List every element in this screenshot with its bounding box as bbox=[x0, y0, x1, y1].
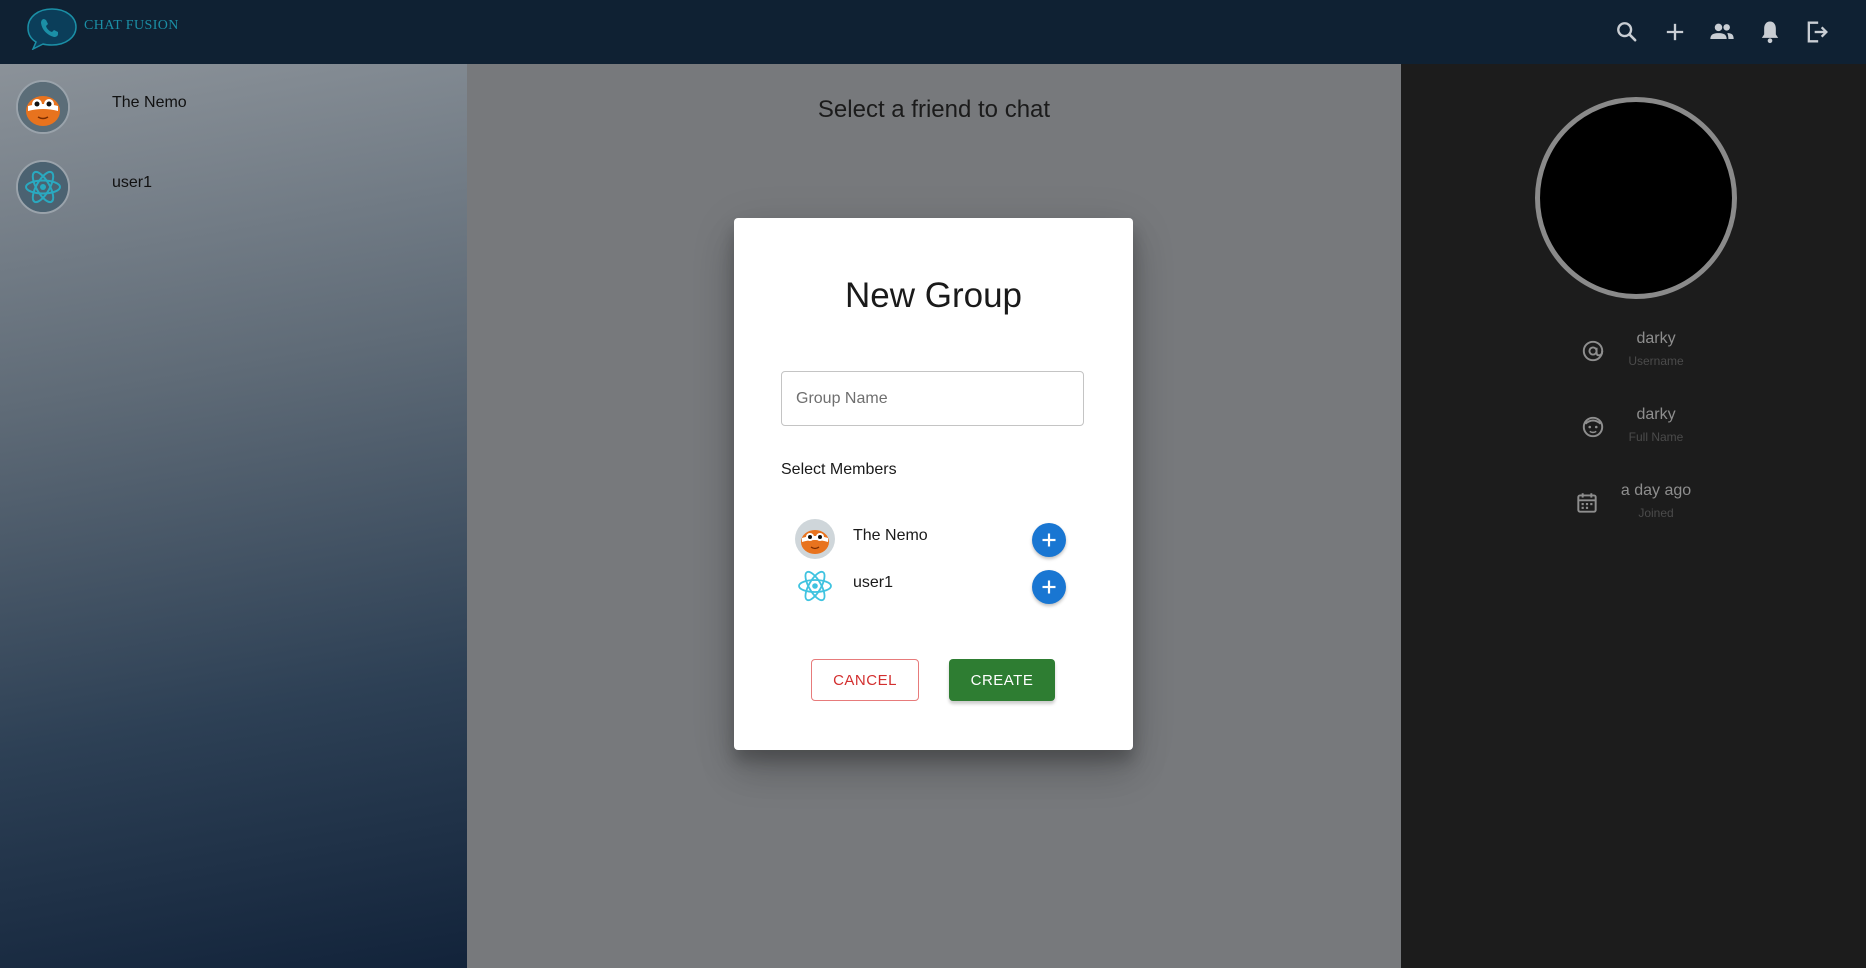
plus-icon bbox=[1042, 580, 1056, 594]
add-icon[interactable] bbox=[1661, 18, 1689, 46]
member-item: user1 bbox=[781, 558, 1084, 614]
profile-username: darky Username bbox=[1401, 322, 1866, 382]
member-name: The Nemo bbox=[853, 527, 928, 544]
contact-name: user1 bbox=[112, 174, 153, 191]
member-name: user1 bbox=[853, 574, 894, 591]
username-value: darky bbox=[1636, 330, 1676, 347]
profile-joined: a day ago Joined bbox=[1401, 474, 1866, 534]
group-name-input[interactable] bbox=[781, 371, 1084, 426]
contacts-sidebar: The Nemo user1 bbox=[0, 64, 467, 968]
username-label: Username bbox=[1628, 354, 1684, 368]
react-logo-avatar bbox=[795, 566, 835, 606]
fullname-label: Full Name bbox=[1628, 430, 1684, 444]
profile-panel: darky Username darky Full Name a day ago… bbox=[1401, 64, 1866, 968]
joined-value: a day ago bbox=[1620, 482, 1692, 499]
contact-item[interactable]: user1 bbox=[0, 144, 467, 224]
add-member-button[interactable] bbox=[1032, 523, 1066, 557]
clownfish-avatar bbox=[16, 80, 70, 134]
clownfish-avatar bbox=[795, 519, 835, 559]
new-group-dialog: New Group Select Members The Nemo bbox=[734, 218, 1133, 750]
add-member-button[interactable] bbox=[1032, 570, 1066, 604]
fullname-value: darky bbox=[1636, 406, 1676, 423]
empty-chat-message: Select a friend to chat bbox=[817, 96, 1051, 123]
joined-label: Joined bbox=[1638, 506, 1674, 520]
profile-fullname: darky Full Name bbox=[1401, 398, 1866, 458]
app-bar: CHAT FUSION bbox=[0, 0, 1866, 64]
contact-item[interactable]: The Nemo bbox=[0, 64, 467, 144]
search-icon[interactable] bbox=[1613, 18, 1641, 46]
react-logo-avatar bbox=[16, 160, 70, 214]
profile-avatar bbox=[1535, 97, 1737, 299]
contact-name: The Nemo bbox=[112, 94, 187, 111]
chat-fusion-logo[interactable] bbox=[24, 6, 80, 51]
calendar-icon bbox=[1574, 490, 1600, 516]
logout-icon[interactable] bbox=[1803, 18, 1831, 46]
select-members-label: Select Members bbox=[781, 461, 897, 478]
dialog-title: New Group bbox=[844, 276, 1023, 315]
app-name: CHAT FUSION bbox=[84, 18, 179, 33]
group-icon[interactable] bbox=[1708, 18, 1736, 46]
cancel-button[interactable]: CANCEL bbox=[811, 659, 919, 701]
notifications-icon[interactable] bbox=[1756, 18, 1784, 46]
plus-icon bbox=[1042, 533, 1056, 547]
create-button[interactable]: CREATE bbox=[949, 659, 1055, 701]
